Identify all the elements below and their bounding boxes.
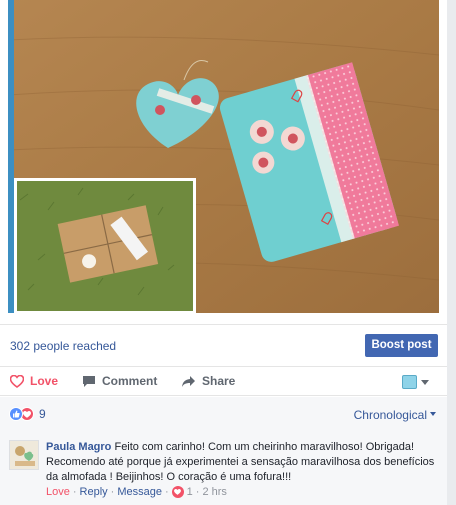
comment: Paula Magro Feito com carinho! Com um ch… <box>0 431 447 505</box>
separator: · <box>72 486 77 498</box>
comment-reaction-count[interactable]: 1 <box>187 486 193 498</box>
like-reaction-icon <box>9 407 23 421</box>
chevron-down-icon <box>421 379 429 385</box>
comment-content: Paula Magro Feito com carinho! Com um ch… <box>46 440 441 485</box>
chevron-down-icon <box>430 412 436 416</box>
comment-message-button[interactable]: Message <box>117 486 162 498</box>
comment-actions: Love · Reply · Message · 1 · 2 hrs <box>46 486 227 498</box>
comment-reply-button[interactable]: Reply <box>80 486 108 498</box>
post-photo[interactable] <box>8 0 439 313</box>
post-card: 302 people reached Boost post Love Comme… <box>0 0 447 505</box>
love-label: Love <box>30 374 59 388</box>
reaction-count: 9 <box>39 407 46 421</box>
action-bar: Love Comment Share <box>0 366 447 396</box>
separator: · <box>164 486 169 498</box>
avatar-image <box>10 441 38 469</box>
boost-post-button[interactable]: Boost post <box>365 334 438 357</box>
love-button[interactable]: Love <box>10 374 58 388</box>
separator: · <box>195 486 200 498</box>
comment-button[interactable]: Comment <box>82 374 157 388</box>
page-audience-selector[interactable] <box>402 375 429 389</box>
love-reaction-icon[interactable] <box>171 486 184 498</box>
share-arrow-icon <box>182 375 195 387</box>
separator: · <box>110 486 115 498</box>
reactions-summary: 9 Chronological <box>0 397 447 431</box>
comment-sort-label: Chronological <box>353 408 427 422</box>
share-label: Share <box>202 374 236 388</box>
comment-timestamp[interactable]: 2 hrs <box>202 486 226 498</box>
reactions-link[interactable]: 9 <box>9 407 46 421</box>
page-scroll-gutter <box>447 0 456 505</box>
photo-left-border <box>8 0 14 313</box>
reach-row: 302 people reached Boost post <box>0 324 447 366</box>
comment-label: Comment <box>102 374 158 388</box>
page-audience-icon <box>402 375 417 389</box>
avatar[interactable] <box>9 440 39 470</box>
speech-bubble-icon <box>83 375 95 387</box>
comment-author-link[interactable]: Paula Magro <box>46 441 111 453</box>
people-reached-link[interactable]: 302 people reached <box>10 339 116 353</box>
heart-icon <box>10 374 24 388</box>
share-button[interactable]: Share <box>181 374 235 388</box>
lavender-pillow-photo <box>8 0 439 313</box>
comment-love-button[interactable]: Love <box>46 486 70 498</box>
comment-sort-dropdown[interactable]: Chronological <box>354 408 436 422</box>
